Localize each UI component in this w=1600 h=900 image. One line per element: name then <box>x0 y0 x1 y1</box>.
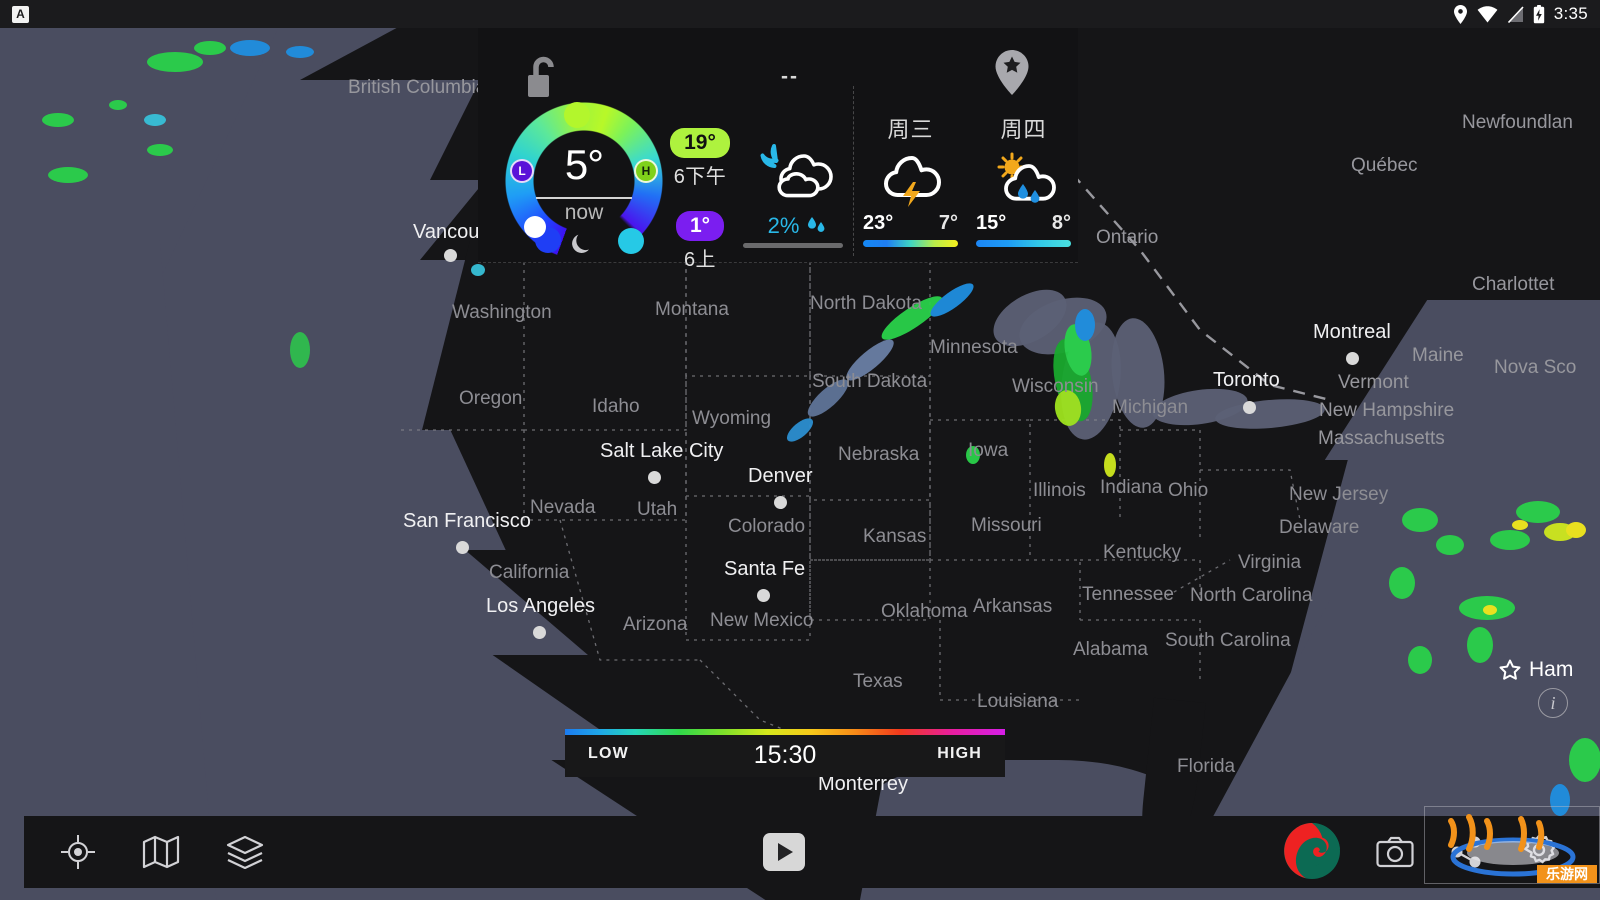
brand-logo[interactable] <box>1283 822 1341 880</box>
forecast-low-temp: 7° <box>938 212 958 234</box>
layers-button[interactable] <box>226 835 264 869</box>
map-type-button[interactable] <box>142 835 180 869</box>
panel-drag-handle[interactable] <box>743 243 843 248</box>
map-icon <box>142 835 180 869</box>
favorite-location-pin-icon <box>995 50 1029 95</box>
wifi-icon <box>1477 5 1498 23</box>
map-city-dot <box>1243 401 1256 414</box>
forecast-row: 周三 23° 7° 周四 15° 8° <box>863 112 1071 247</box>
camera-icon <box>1376 836 1414 868</box>
moon-icon <box>572 234 589 254</box>
brand-logo-icon <box>1284 823 1340 879</box>
favorite-star-label[interactable]: Ham <box>1498 658 1573 682</box>
dial-divider <box>536 197 632 199</box>
lock-toggle-button[interactable] <box>526 56 560 104</box>
forecast-low-temp: 8° <box>1051 212 1071 234</box>
site-watermark: 乐游网 <box>1424 806 1600 884</box>
map-info-button[interactable]: i <box>1538 688 1568 718</box>
forecast-day[interactable]: 周三 23° 7° <box>863 112 958 247</box>
forecast-temp-range-bar <box>863 240 958 247</box>
toolbar-left-group <box>24 834 264 870</box>
dial-ring-cap-top <box>564 102 590 128</box>
play-icon <box>778 843 793 861</box>
bottom-toolbar <box>24 816 1600 888</box>
current-condition: 2% <box>733 140 863 239</box>
intensity-gradient-bar <box>565 729 1005 735</box>
night-cloudy-icon <box>760 144 833 198</box>
map-city-dot <box>533 626 546 639</box>
low-temp-time: 6上 <box>683 249 717 271</box>
map-city-dot <box>456 541 469 554</box>
precip-percent: 2% <box>767 213 800 238</box>
radar-timeline[interactable]: LOW 15:30 HIGH <box>565 729 1005 777</box>
status-bar-clock: 3:35 <box>1553 4 1588 23</box>
unlock-icon <box>528 56 554 97</box>
forecast-weather-icon <box>976 150 1071 210</box>
favorite-star-text: Ham <box>1529 658 1574 681</box>
my-location-icon <box>61 835 95 869</box>
play-animation-button[interactable] <box>763 833 805 871</box>
forecast-day-name: 周四 <box>1000 117 1047 142</box>
layers-icon <box>226 835 264 869</box>
weather-overlay-panel: -- L H 5° now 19° 6下午 1° 6上 2% 周三 23° 7°… <box>478 28 1078 271</box>
precipitation-chance: 2% <box>733 213 863 239</box>
panel-divider <box>853 86 854 256</box>
dial-high-marker: H <box>634 159 658 183</box>
map-city-dot <box>1346 352 1359 365</box>
screenshot-button[interactable] <box>1376 836 1414 868</box>
dial-drag-handle[interactable] <box>524 216 546 238</box>
raindrops-icon <box>808 217 825 232</box>
dial-moon-indicator <box>570 231 596 262</box>
battery-charging-icon <box>1533 4 1544 23</box>
map-city-dot <box>444 249 457 262</box>
dial-low-marker: L <box>510 159 534 183</box>
thunderstorm-icon <box>883 156 941 207</box>
location-pin-icon <box>1453 4 1467 24</box>
forecast-temp-range-bar <box>976 240 1071 247</box>
forecast-high-temp: 15° <box>976 212 1007 234</box>
low-temp-pill: 1° <box>675 211 725 241</box>
panel-placeholder-text: -- <box>781 65 799 88</box>
forecast-day[interactable]: 周四 15° 8° <box>976 112 1071 247</box>
star-icon <box>1499 659 1521 680</box>
notification-app-icon[interactable]: A <box>12 5 29 23</box>
high-temp-pill: 19° <box>670 128 730 158</box>
svg-text:乐游网: 乐游网 <box>1546 866 1588 883</box>
android-status-bar: A 3:35 <box>0 0 1600 28</box>
map-city-dot <box>757 589 770 602</box>
forecast-day-name: 周三 <box>887 117 934 142</box>
map-city-dot <box>774 496 787 509</box>
sun-rain-icon <box>997 152 1056 203</box>
map-city-dot <box>648 471 661 484</box>
intensity-high-label: HIGH <box>937 745 982 762</box>
watermark-logo-icon: 乐游网 <box>1448 814 1597 883</box>
dial-ring-cap-end <box>618 228 644 254</box>
favorite-location-pin-button[interactable] <box>995 50 1029 100</box>
forecast-high-temp: 23° <box>863 212 894 234</box>
status-bar-right: 3:35 <box>1453 4 1588 24</box>
my-location-button[interactable] <box>60 834 96 870</box>
weather-radar-app: British Columbia Newfoundlan Québec Ontario… <box>0 0 1600 900</box>
temperature-dial[interactable]: L H 5° now <box>504 101 664 261</box>
forecast-weather-icon <box>863 150 958 210</box>
signal-off-icon <box>1507 5 1524 23</box>
